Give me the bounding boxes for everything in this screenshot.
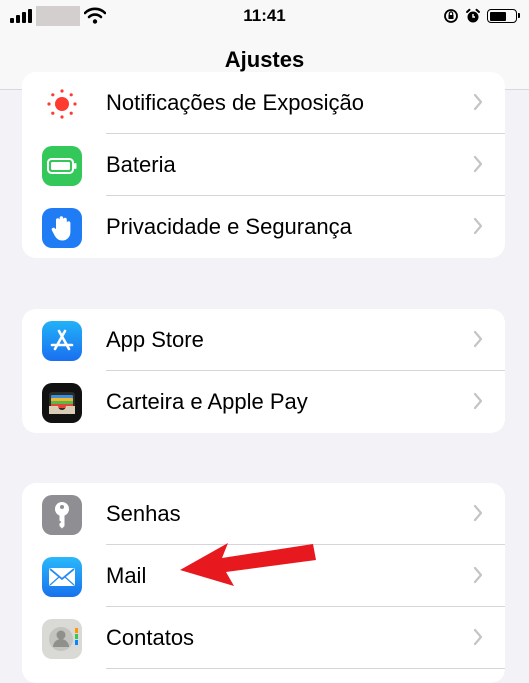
- chevron-right-icon: [473, 155, 483, 173]
- app-store-icon: [42, 321, 82, 361]
- battery-status-icon: [487, 9, 520, 23]
- status-bar: 11:41: [0, 0, 529, 32]
- settings-row-label: Privacidade e Segurança: [106, 214, 352, 239]
- settings-row-app-store[interactable]: App Store: [22, 309, 505, 371]
- annotation-arrow-icon: [180, 543, 316, 586]
- settings-row-label: App Store: [106, 327, 204, 352]
- chevron-right-icon: [473, 628, 483, 646]
- chevron-right-icon: [473, 392, 483, 410]
- chevron-right-icon: [473, 504, 483, 522]
- chevron-right-icon: [473, 93, 483, 111]
- chevron-right-icon: [473, 566, 483, 584]
- settings-row-label: Contatos: [106, 625, 195, 650]
- chevron-right-icon: [473, 330, 483, 348]
- settings-row-label: Notificações de Exposição: [106, 90, 365, 115]
- exposure-notification-icon: [42, 84, 82, 124]
- battery-icon: [42, 146, 82, 186]
- settings-row-label: Bateria: [106, 152, 176, 177]
- settings-row-battery[interactable]: Bateria: [22, 134, 505, 196]
- chevron-right-icon: [473, 217, 483, 235]
- contacts-icon: [42, 619, 82, 659]
- row-separator: [106, 668, 505, 669]
- settings-row-contacts[interactable]: Contatos: [22, 607, 505, 669]
- alarm-icon: [466, 8, 480, 23]
- settings-row-wallet[interactable]: Carteira e Apple Pay: [22, 371, 505, 433]
- settings-row-privacy[interactable]: Privacidade e Segurança: [22, 196, 505, 258]
- page-title: Ajustes: [224, 47, 305, 72]
- settings-row-label: Carteira e Apple Pay: [106, 389, 308, 414]
- orientation-lock-icon: [444, 9, 458, 23]
- key-icon: [42, 495, 82, 535]
- settings-row-label: Mail: [106, 563, 147, 588]
- settings-group-1: Notificações de Exposição Bateria Privac…: [22, 72, 505, 258]
- settings-group-2: App Store Carteira e Apple Pay: [22, 309, 505, 433]
- wallet-icon: [42, 383, 82, 423]
- mail-icon: [42, 557, 82, 597]
- hand-icon: [42, 208, 82, 248]
- settings-row-exposure-notifications[interactable]: Notificações de Exposição: [22, 72, 505, 134]
- settings-row-label: Senhas: [106, 501, 181, 526]
